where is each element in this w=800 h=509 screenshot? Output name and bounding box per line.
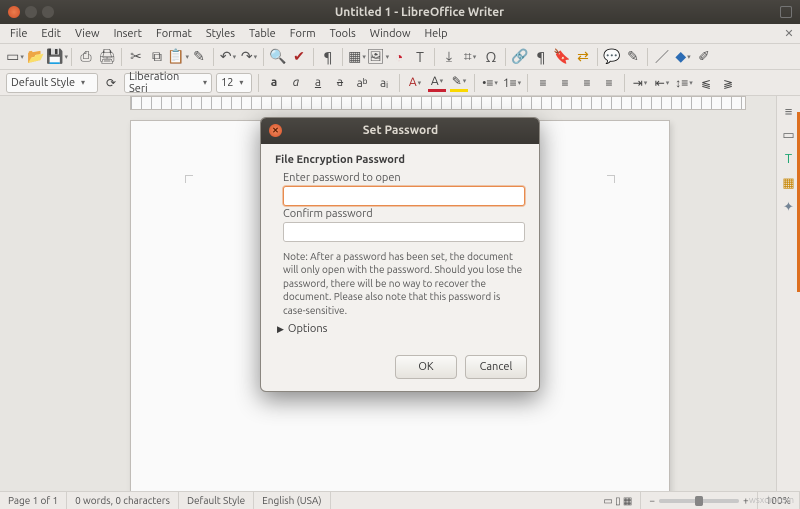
confirm-password-input[interactable] [283,222,525,242]
dialog-section-heading: File Encryption Password [275,154,525,166]
confirm-password-label: Confirm password [283,208,525,220]
password-note: Note: After a password has been set, the… [283,250,525,318]
dialog-button-row: OK Cancel [261,347,539,391]
expand-triangle-icon: ▶ [277,324,284,335]
enter-password-label: Enter password to open [283,172,525,184]
dialog-titlebar: ✕ Set Password [261,118,539,144]
ok-button[interactable]: OK [395,355,457,379]
enter-password-input[interactable] [283,186,525,206]
dialog-title: Set Password [270,124,531,137]
dialog-body: File Encryption Password Enter password … [261,144,539,348]
cancel-button[interactable]: Cancel [465,355,527,379]
options-label: Options [288,323,327,335]
options-expander[interactable]: ▶ Options [277,323,525,335]
modal-overlay: ✕ Set Password File Encryption Password … [0,0,800,509]
watermark: wsxdn.com [749,495,794,505]
set-password-dialog: ✕ Set Password File Encryption Password … [260,117,540,393]
